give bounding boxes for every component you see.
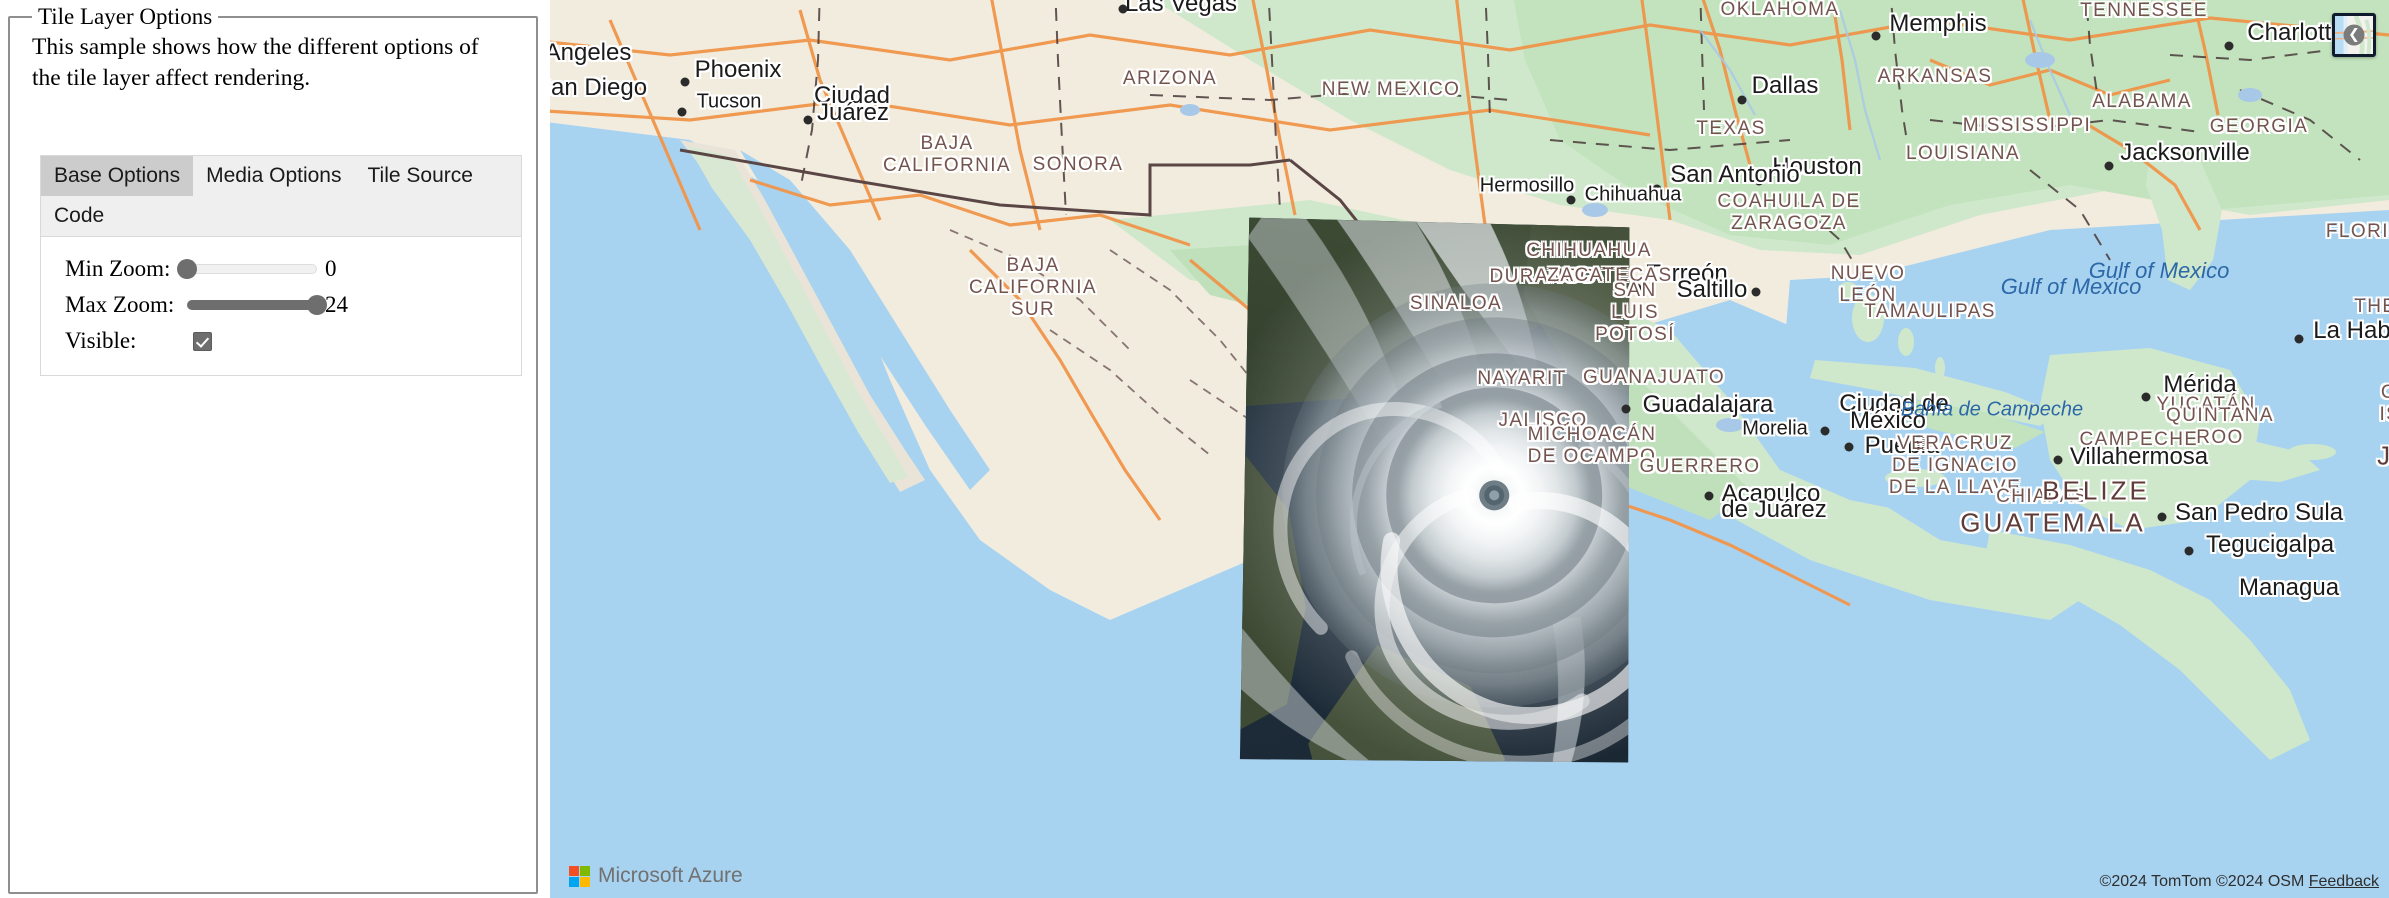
feedback-link[interactable]: Feedback — [2309, 873, 2379, 890]
city-dot — [1871, 31, 1881, 41]
city-dot — [2141, 392, 2151, 402]
city-dot — [1751, 287, 1761, 297]
attribution-osm: ©2024 OSM — [2216, 873, 2305, 890]
tile-layer-options-panel: Tile Layer Options This sample shows how… — [8, 4, 538, 894]
app-root: Tile Layer Options This sample shows how… — [0, 0, 2389, 898]
city-dot — [2157, 512, 2167, 522]
city-dot — [1820, 426, 1830, 436]
map-style-picker-button[interactable]: ❮ — [2332, 13, 2376, 57]
base-map-layer — [550, 0, 2389, 898]
city-dot — [1118, 4, 1128, 14]
min-zoom-row: Min Zoom: 0 — [41, 251, 521, 287]
min-zoom-label: Min Zoom: — [65, 256, 171, 282]
tab-strip: Base Options Media Options Tile Source Code — [41, 156, 521, 238]
city-dot — [2184, 546, 2194, 556]
max-zoom-label: Max Zoom: — [65, 292, 175, 318]
min-zoom-value: 0 — [325, 256, 337, 282]
tab-code[interactable]: Code — [41, 196, 117, 236]
city-dot — [803, 115, 813, 125]
city-dot — [2104, 161, 2114, 171]
max-zoom-fill — [187, 300, 317, 311]
chevron-left-icon: ❮ — [2343, 24, 2365, 46]
city-dot — [1566, 195, 1576, 205]
tab-base-options[interactable]: Base Options — [41, 156, 194, 197]
city-dot — [680, 77, 690, 87]
city-dot — [1737, 95, 1747, 105]
visible-label: Visible: — [65, 328, 137, 354]
city-dot — [677, 107, 687, 117]
panel-description: This sample shows how the different opti… — [32, 34, 479, 92]
city-dot — [1704, 491, 1714, 501]
max-zoom-row: Max Zoom: 24 — [41, 287, 521, 323]
city-dot — [1621, 404, 1631, 414]
city-dot — [2224, 41, 2234, 51]
max-zoom-slider[interactable] — [187, 295, 327, 316]
map-canvas[interactable]: AngelesSan DiegoPhoenixTucsonCiudadJuáre… — [550, 0, 2389, 898]
max-zoom-thumb[interactable] — [307, 295, 327, 316]
visible-checkbox[interactable] — [193, 331, 212, 351]
min-zoom-thumb[interactable] — [177, 259, 197, 280]
tab-media-options[interactable]: Media Options — [193, 156, 354, 196]
city-dot — [2053, 455, 2063, 465]
azure-logo: Microsoft Azure — [569, 864, 743, 888]
tab-tile-source[interactable]: Tile Source — [354, 156, 485, 196]
visible-row: Visible: — [41, 323, 521, 359]
city-dot — [2294, 334, 2304, 344]
map-attribution: ©2024 TomTom ©2024 OSM Feedback — [2100, 873, 2379, 891]
min-zoom-track — [187, 264, 317, 275]
city-dot — [1754, 176, 1764, 186]
city-dot — [1652, 184, 1662, 194]
min-zoom-slider[interactable] — [177, 259, 317, 280]
max-zoom-value: 24 — [325, 292, 348, 318]
options-tabs-container: Base Options Media Options Tile Source Code… — [40, 155, 522, 377]
city-dot — [1844, 442, 1854, 452]
panel-legend: Tile Layer Options — [38, 4, 213, 29]
azure-logo-text: Microsoft Azure — [598, 864, 743, 887]
city-dot — [1632, 283, 1642, 293]
attribution-tomtom: ©2024 TomTom — [2099, 873, 2212, 890]
microsoft-logo-icon — [569, 865, 590, 887]
base-options-panel: Min Zoom: 0 Max Zoom: 24 Visible: — [41, 237, 521, 376]
